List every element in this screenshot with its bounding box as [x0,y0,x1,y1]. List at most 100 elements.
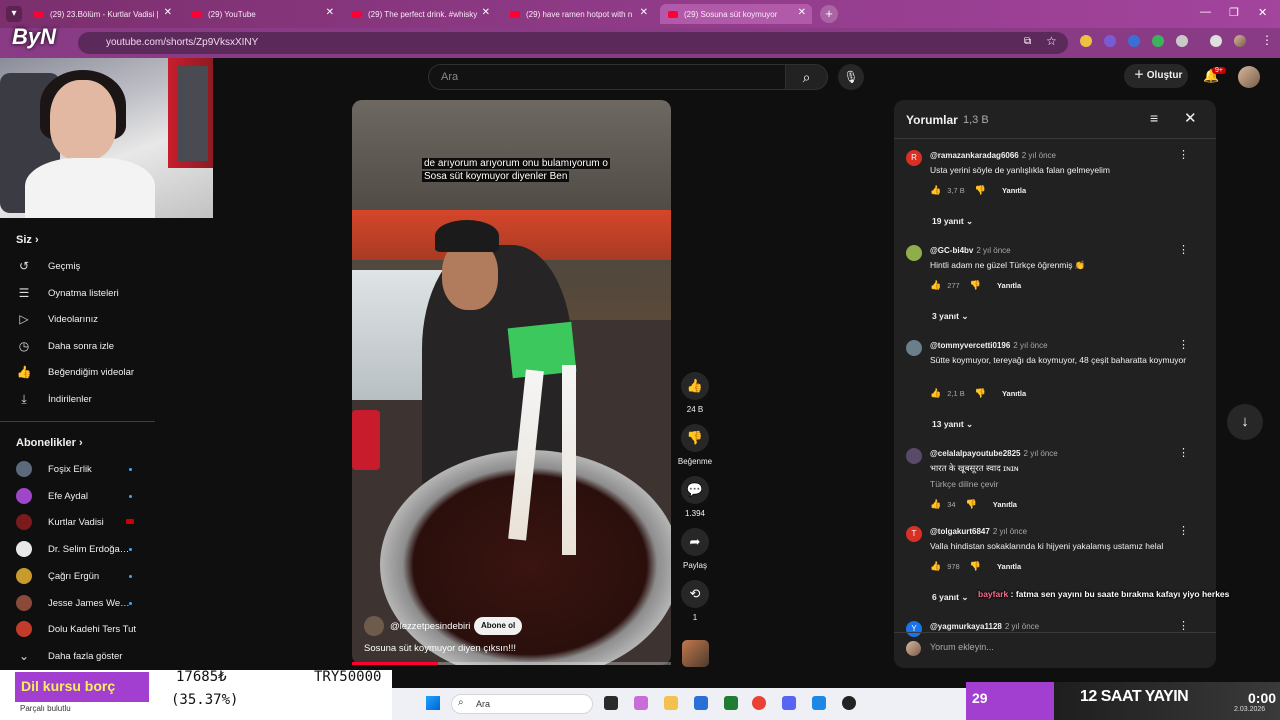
install-app-icon[interactable]: ⧉ [1024,36,1031,47]
create-button[interactable]: ＋ Oluştur [1124,64,1188,88]
thumbs-down-icon[interactable]: 👎 [975,185,986,196]
thumbs-up-icon[interactable]: 👍 [930,280,941,291]
replies-toggle[interactable]: 6 yanıt ⌄ [932,592,968,603]
translate-link[interactable]: Türkçe diline çevir [930,479,999,489]
comment-author[interactable]: @tommyvercetti0196 2 yıl önce [930,341,1048,350]
bookmark-star-icon[interactable]: ☆ [1046,34,1057,48]
dislike-button[interactable]: 👎 [681,424,709,452]
replies-toggle[interactable]: 19 yanıt ⌄ [932,216,973,227]
app-icon[interactable] [724,696,738,710]
sidebar-subscription[interactable]: Dr. Selim Erdoğa… [16,539,129,559]
sound-thumbnail[interactable] [682,640,709,667]
close-icon[interactable]: ✕ [1184,109,1197,127]
browser-tab[interactable]: (29) have ramen hotpot with n ✕ [502,4,654,24]
commenter-avatar[interactable]: Y [906,621,922,637]
reply-button[interactable]: Yanıtla [1002,186,1026,195]
close-icon[interactable]: ✕ [798,7,806,18]
extension-icon[interactable] [1128,35,1140,47]
discord-icon[interactable] [782,696,796,710]
app-icon[interactable] [812,696,826,710]
thumbs-down-icon[interactable]: 👎 [970,280,981,291]
browser-tab-active[interactable]: (29) Sosuna süt koymuyor ✕ [660,4,812,24]
comments-button[interactable]: 💬 [681,476,709,504]
extension-icon[interactable] [1080,35,1092,47]
sidebar-item-downloads[interactable]: ⤓ İndirilenler [16,389,91,409]
subscriptions-heading[interactable]: Abonelikler › [16,437,83,449]
extension-icon[interactable] [1152,35,1164,47]
more-options-icon[interactable]: ⋮ [1178,243,1189,256]
new-tab-button[interactable]: + [820,5,838,23]
add-comment-input[interactable]: Yorum ekleyin... [930,642,994,652]
you-heading[interactable]: Siz › [16,234,39,246]
replies-toggle[interactable]: 13 yanıt ⌄ [932,419,973,430]
sidebar-item-your-videos[interactable]: ▷ Videolarınız [16,309,98,329]
search-button[interactable]: ⌕ [786,64,828,90]
taskbar-search[interactable]: Ara [451,694,593,714]
replies-toggle[interactable]: 3 yanıt ⌄ [932,311,968,322]
sidebar-subscription[interactable]: Foşix Erlik [16,459,92,479]
sort-icon[interactable]: ≡ [1150,110,1158,126]
obs-icon[interactable] [842,696,856,710]
close-icon[interactable]: ✕ [640,7,648,18]
close-icon[interactable]: ✕ [482,7,490,18]
more-options-icon[interactable]: ⋮ [1178,338,1189,351]
more-options-icon[interactable]: ⋮ [1178,446,1189,459]
thumbs-up-icon[interactable]: 👍 [930,499,941,510]
thumbs-up-icon[interactable]: 👍 [930,561,941,572]
extension-icon[interactable] [1104,35,1116,47]
reply-button[interactable]: Yanıtla [1002,389,1026,398]
thumbs-up-icon[interactable]: 👍 [930,388,941,399]
extensions-puzzle-icon[interactable] [1176,35,1188,47]
commenter-avatar[interactable]: T [906,526,922,542]
sidebar-subscription[interactable]: Çağrı Ergün [16,566,99,586]
more-options-icon[interactable]: ⋮ [1178,148,1189,161]
file-explorer-icon[interactable] [664,696,678,710]
reading-list-icon[interactable] [1210,35,1222,47]
sidebar-subscription[interactable]: Efe Aydal [16,486,88,506]
next-video-button[interactable]: ↓ [1227,404,1263,440]
reply-button[interactable]: Yanıtla [997,562,1021,571]
video-progress-bar[interactable] [352,662,671,665]
browser-menu-icon[interactable]: ⋮ [1261,33,1273,47]
commenter-avatar[interactable]: R [906,150,922,166]
remix-button[interactable]: ⟲ [681,580,709,608]
video-title[interactable]: Sosuna süt koymuyor diyen çıksın!!! [364,643,516,654]
comment-author[interactable]: @yagmurkaya1128 2 yıl önce [930,622,1039,631]
account-avatar[interactable] [1238,66,1260,88]
profile-avatar[interactable] [1234,35,1246,47]
search-input[interactable]: Ara [428,64,786,90]
maximize-icon[interactable]: ❐ [1229,6,1239,19]
shorts-video-player[interactable] [352,100,671,665]
commenter-avatar[interactable] [906,245,922,261]
browser-tab[interactable]: (29) 23.Bölüm - Kurtlar Vadisi | ✕ [26,4,178,24]
comment-author[interactable]: @celalalpayoutube2825 2 yıl önce [930,449,1058,458]
commenter-avatar[interactable] [906,448,922,464]
chrome-icon[interactable] [752,696,766,710]
sidebar-item-liked[interactable]: 👍 Beğendiğim videolar [16,362,135,382]
task-view-icon[interactable] [604,696,618,710]
store-icon[interactable] [694,696,708,710]
commenter-avatar[interactable] [906,340,922,356]
browser-tab[interactable]: (29) The perfect drink. #whisky ✕ [344,4,496,24]
show-more-button[interactable]: ⌄ Daha fazla göster [16,646,123,666]
close-icon[interactable]: ✕ [326,7,334,18]
thumbs-down-icon[interactable]: 👎 [970,561,981,572]
comment-author[interactable]: @GC-bi4bv 2 yıl önce [930,246,1011,255]
comment-author[interactable]: @ramazankaradag6066 2 yıl önce [930,151,1056,160]
tab-search-icon[interactable]: ▾ [6,6,22,22]
minimize-icon[interactable]: — [1200,6,1211,18]
url-field[interactable]: youtube.com/shorts/Zp9VksxXINY [78,32,1068,54]
copilot-icon[interactable] [634,696,648,710]
thumbs-up-icon[interactable]: 👍 [930,185,941,196]
sidebar-subscription[interactable]: Kurtlar Vadisi [16,512,104,532]
sidebar-item-watch-later[interactable]: ◷ Daha sonra izle [16,336,114,356]
browser-tab[interactable]: (29) YouTube ✕ [184,4,340,24]
thumbs-down-icon[interactable]: 👎 [975,388,986,399]
thumbs-down-icon[interactable]: 👎 [966,499,977,510]
share-button[interactable]: ➦ [681,528,709,556]
reply-button[interactable]: Yanıtla [993,500,1017,509]
sidebar-subscription[interactable]: Dolu Kadehi Ters Tut [16,619,136,639]
more-options-icon[interactable]: ⋮ [1178,619,1189,632]
sidebar-item-playlists[interactable]: ☰ Oynatma listeleri [16,283,119,303]
channel-avatar[interactable] [364,616,384,636]
